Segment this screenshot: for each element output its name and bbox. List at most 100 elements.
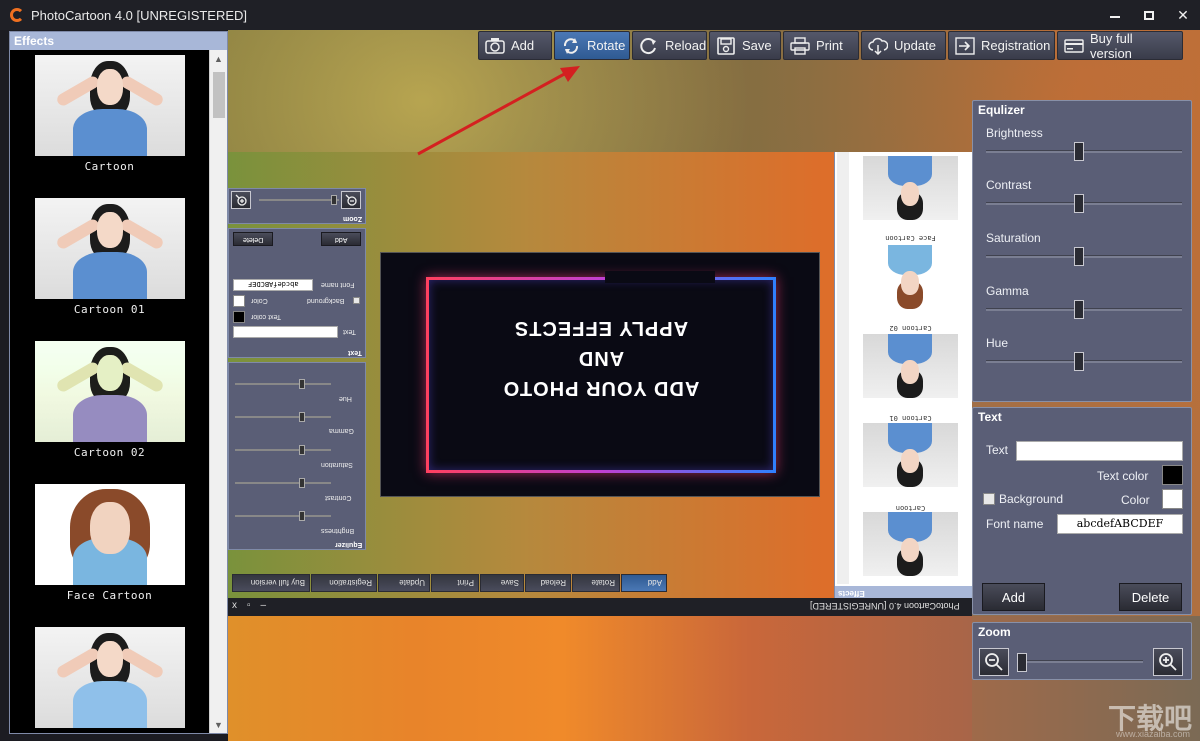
effects-panel: Effects Cartoon Cartoon 01 Cartoon 02 Fa… (9, 31, 228, 734)
effect-item-cartoon-02[interactable]: Cartoon 02 (10, 336, 209, 479)
text-panel: Text Text Text color Background Color Fo… (972, 407, 1192, 615)
title-bar: PhotoCartoon 4.0 [UNREGISTERED] ✕ (0, 0, 1200, 30)
hue-row: Hue (986, 336, 1182, 371)
preview-text-header: Text (348, 349, 362, 356)
text-color-label: Text color (1097, 469, 1149, 483)
add-button[interactable]: Add (478, 31, 552, 60)
gamma-slider[interactable] (986, 308, 1182, 311)
image-preview[interactable]: Zoom Delete Add abcdefABCDEF Font name C… (228, 152, 972, 616)
preview-window-controls: x ▫ – (232, 600, 267, 611)
hue-slider-knob[interactable] (1074, 352, 1084, 371)
zoom-slider-knob[interactable] (1017, 653, 1027, 672)
preview-thumb-label: Face Cartoon (885, 234, 936, 242)
minimize-button[interactable] (1098, 0, 1132, 30)
preview-image: ADD YOUR PHOTO AND APPLY EFFECTS (380, 252, 820, 497)
registration-button[interactable]: Registration (948, 31, 1055, 60)
preview-text-color-label: Text color (251, 313, 281, 320)
reload-button[interactable]: Reload (632, 31, 707, 60)
watermark-url: www.xiazaiba.com (1115, 729, 1190, 739)
app-logo-icon (10, 8, 24, 22)
zoom-out-icon (985, 653, 1003, 671)
background-checkbox[interactable] (983, 493, 995, 505)
save-icon (716, 36, 736, 55)
preview-text-field (233, 326, 338, 338)
preview-toolbar: Buy full version Registration Update Pri… (232, 574, 667, 592)
preview-scrollbar (837, 152, 849, 584)
camera-icon (485, 37, 505, 55)
effect-thumbnail (34, 484, 185, 585)
zoom-slider[interactable] (1017, 660, 1143, 663)
effect-item-cartoon-01[interactable]: Cartoon 01 (10, 193, 209, 336)
zoom-panel: Zoom (972, 622, 1192, 680)
hue-slider[interactable] (986, 360, 1182, 363)
update-button[interactable]: Update (861, 31, 946, 60)
gamma-slider-knob[interactable] (1074, 300, 1084, 319)
preview-thumb-label: Cartoon (895, 504, 926, 512)
effect-thumbnail (34, 627, 185, 728)
rotate-button-label: Rotate (587, 38, 626, 53)
effect-thumbnail (34, 55, 185, 156)
print-button[interactable]: Print (783, 31, 859, 60)
preview-color-swatch (233, 295, 245, 307)
preview-delete-button: Delete (233, 232, 273, 246)
preview-tb-button: Rotate (572, 574, 620, 592)
effect-item-face-cartoon[interactable]: Face Cartoon (10, 479, 209, 622)
zoom-in-button[interactable] (1153, 648, 1183, 676)
brightness-slider[interactable] (986, 150, 1182, 153)
rotate-button[interactable]: Rotate (554, 31, 630, 60)
print-button-label: Print (816, 38, 843, 53)
preview-text-label: Text (343, 328, 356, 335)
main-toolbar: Add Rotate Reload Save Print Update Regi… (478, 31, 1185, 61)
image-text-line: APPLY EFFECTS (513, 317, 689, 339)
font-name-field[interactable]: abcdefABCDEF (1057, 514, 1183, 534)
scroll-down-icon[interactable]: ▼ (210, 716, 227, 733)
preview-eq-label: Gamma (329, 427, 354, 434)
text-color-swatch[interactable] (1162, 465, 1183, 485)
effect-label: Cartoon 02 (73, 446, 146, 459)
saturation-slider-knob[interactable] (1074, 247, 1084, 266)
zoom-out-button[interactable] (979, 648, 1009, 676)
contrast-slider-knob[interactable] (1074, 194, 1084, 213)
preview-thumb (863, 423, 958, 487)
effects-scrollbar[interactable]: ▲ ▼ (209, 50, 227, 733)
preview-thumb (863, 512, 958, 576)
scroll-thumb[interactable] (213, 72, 225, 118)
contrast-slider[interactable] (986, 202, 1182, 205)
effects-list: Cartoon Cartoon 01 Cartoon 02 Face Carto… (10, 50, 209, 733)
buy-full-version-button[interactable]: Buy full version (1057, 31, 1183, 61)
minimize-icon (1110, 16, 1120, 18)
preview-effects-header: Effects (835, 586, 972, 598)
saturation-row: Saturation (986, 231, 1182, 266)
zoom-header: Zoom (978, 625, 1011, 639)
delete-text-button[interactable]: Delete (1119, 583, 1182, 611)
close-button[interactable]: ✕ (1166, 0, 1200, 30)
equalizer-header: Equlizer (978, 103, 1025, 117)
preview-background-checkbox (353, 297, 360, 304)
brightness-slider-knob[interactable] (1074, 142, 1084, 161)
background-color-swatch[interactable] (1162, 489, 1183, 509)
preview-thumb (863, 245, 958, 309)
add-text-button[interactable]: Add (982, 583, 1045, 611)
saturation-slider[interactable] (986, 255, 1182, 258)
contrast-row: Contrast (986, 178, 1182, 213)
preview-image-text: ADD YOUR PHOTO AND APPLY EFFECTS (426, 313, 776, 403)
reload-icon (639, 37, 659, 55)
preview-color-label: Color (251, 297, 268, 304)
effect-item-5[interactable] (10, 622, 209, 733)
preview-zoom-panel: Zoom (228, 188, 366, 224)
effect-item-cartoon[interactable]: Cartoon (10, 50, 209, 193)
font-name-label: Font name (986, 517, 1044, 531)
preview-effects-panel: Face Cartoon Cartoon 02 Cartoon 01 Carto… (834, 152, 972, 598)
equalizer-panel: Equlizer Brightness Contrast Saturation … (972, 100, 1192, 402)
contrast-label: Contrast (986, 178, 1032, 192)
cloud-download-icon (868, 37, 888, 55)
scroll-up-icon[interactable]: ▲ (210, 50, 227, 67)
preview-thumb-label: Cartoon 02 (889, 324, 932, 332)
hue-label: Hue (986, 336, 1009, 350)
brightness-row: Brightness (986, 126, 1182, 161)
preview-tb-button: Add (621, 574, 667, 592)
maximize-button[interactable] (1132, 0, 1166, 30)
text-input[interactable] (1016, 441, 1183, 461)
gamma-label: Gamma (986, 284, 1029, 298)
save-button[interactable]: Save (709, 31, 781, 60)
